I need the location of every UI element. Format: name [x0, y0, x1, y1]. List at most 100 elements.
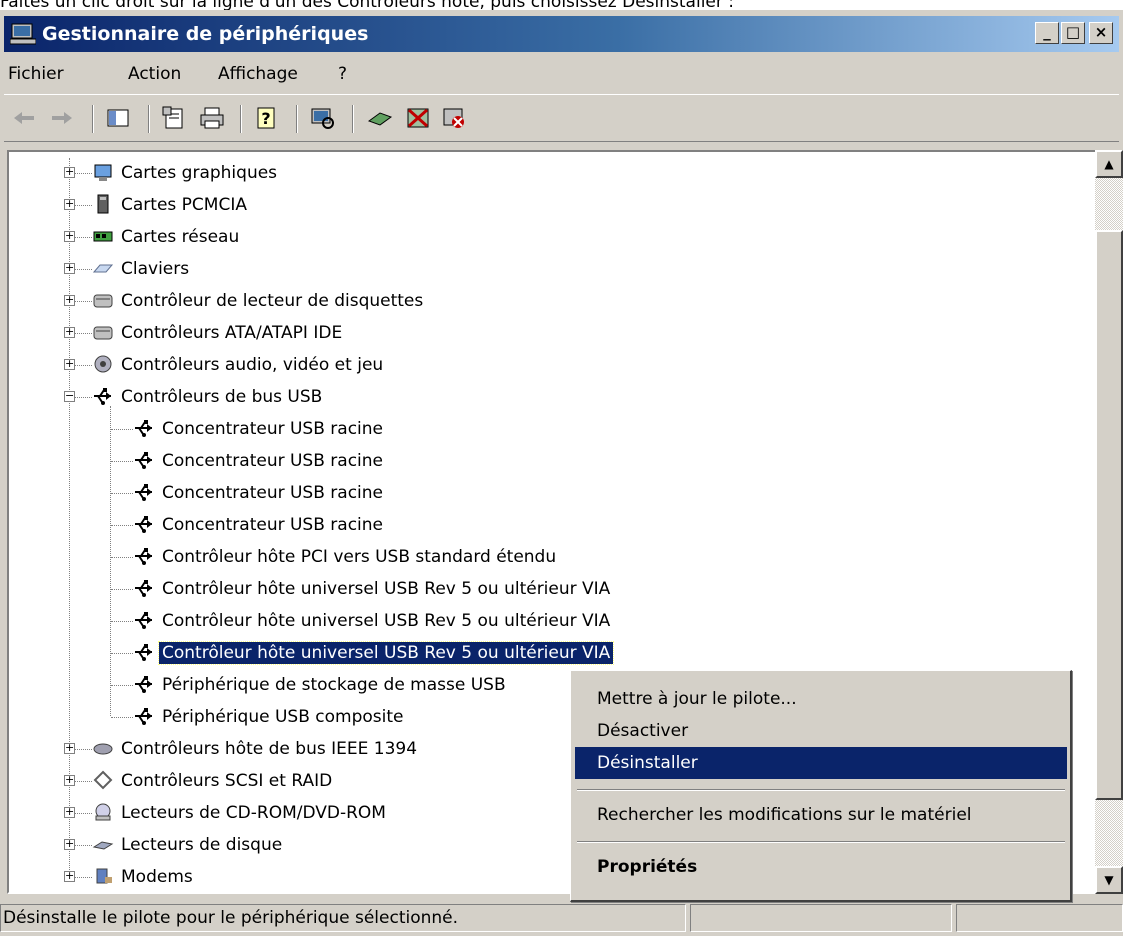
title-bar[interactable]: Gestionnaire de périphériques _ □ ×: [4, 16, 1119, 52]
tree-item[interactable]: + Contrôleur de lecteur de disquettes: [9, 286, 1089, 316]
expand-button[interactable]: +: [64, 358, 75, 370]
minimize-button[interactable]: _: [1035, 22, 1059, 44]
tree-item-label: Périphérique USB composite: [162, 707, 404, 727]
tree-item[interactable]: + Contrôleurs audio, vidéo et jeu: [9, 350, 1089, 380]
tree-item-label: Contrôleurs SCSI et RAID: [121, 771, 333, 791]
ctx-properties[interactable]: Propriétés: [575, 851, 1067, 883]
usb-icon: [133, 513, 155, 535]
expand-button[interactable]: +: [64, 262, 75, 274]
tree-item-label: Contrôleurs ATA/ATAPI IDE: [121, 323, 343, 343]
tree-item-label: Modems: [121, 867, 193, 887]
tree-item[interactable]: Contrôleur hôte universel USB Rev 5 ou u…: [9, 606, 1089, 636]
toolbar: ?: [4, 94, 1119, 142]
expand-button[interactable]: +: [64, 870, 75, 882]
help-icon[interactable]: ?: [252, 105, 280, 131]
modem-icon: [92, 865, 114, 887]
expand-button[interactable]: +: [64, 774, 75, 786]
vertical-scrollbar[interactable]: ▲ ▼: [1095, 150, 1123, 894]
disk-drive-icon: [92, 833, 114, 855]
tree-item-label: Contrôleur hôte PCI vers USB standard ét…: [162, 547, 557, 567]
tree-item-label: Contrôleurs de bus USB: [121, 387, 323, 407]
close-button[interactable]: ×: [1089, 22, 1113, 44]
tree-item-label: Contrôleur de lecteur de disquettes: [121, 291, 424, 311]
tree-item[interactable]: Concentrateur USB racine: [9, 510, 1089, 540]
tree-item[interactable]: Contrôleur hôte universel USB Rev 5 ou u…: [9, 638, 1089, 668]
update-driver-icon[interactable]: [366, 105, 394, 131]
uninstall-device-icon[interactable]: [440, 105, 468, 131]
cdrom-icon: [92, 801, 114, 823]
expand-button[interactable]: +: [64, 838, 75, 850]
tree-item-label: Cartes réseau: [121, 227, 240, 247]
tree-item[interactable]: Concentrateur USB racine: [9, 478, 1089, 508]
ctx-update-driver[interactable]: Mettre à jour le pilote...: [575, 683, 1067, 715]
usb-icon: [133, 417, 155, 439]
menu-action[interactable]: Action: [128, 64, 181, 84]
tree-item[interactable]: Contrôleur hôte PCI vers USB standard ét…: [9, 542, 1089, 572]
usb-icon: [133, 673, 155, 695]
tree-item[interactable]: + Claviers: [9, 254, 1089, 284]
menu-fichier[interactable]: Fichier: [8, 64, 64, 84]
usb-icon: [133, 641, 155, 663]
tree-item-label: Concentrateur USB racine: [162, 483, 383, 503]
tree-item[interactable]: Concentrateur USB racine: [9, 414, 1089, 444]
tree-item[interactable]: − Contrôleurs de bus USB: [9, 382, 1089, 412]
expand-button[interactable]: +: [64, 198, 75, 210]
status-pane-2: [690, 904, 952, 932]
tree-item[interactable]: + Cartes PCMCIA: [9, 190, 1089, 220]
tree-item-label: Lecteurs de CD-ROM/DVD-ROM: [121, 803, 386, 823]
show-hide-console-tree-icon[interactable]: [104, 105, 132, 131]
tree-item[interactable]: Concentrateur USB racine: [9, 446, 1089, 476]
tree-item-label: Contrôleurs audio, vidéo et jeu: [121, 355, 384, 375]
tree-item-label: Périphérique de stockage de masse USB: [162, 675, 506, 695]
ctx-disable[interactable]: Désactiver: [575, 715, 1067, 747]
menu-separator: [577, 789, 1065, 791]
tree-item[interactable]: + Cartes réseau: [9, 222, 1089, 252]
keyboard-icon: [92, 257, 114, 279]
collapse-button[interactable]: −: [64, 390, 75, 402]
device-manager-window: Gestionnaire de périphériques _ □ × Fich…: [0, 10, 1123, 936]
tree-item-label: Contrôleurs hôte de bus IEEE 1394: [121, 739, 418, 759]
back-arrow-icon[interactable]: [10, 105, 38, 131]
forward-arrow-icon[interactable]: [48, 105, 76, 131]
maximize-button[interactable]: □: [1061, 22, 1085, 44]
expand-button[interactable]: +: [64, 166, 75, 178]
scan-hardware-icon[interactable]: [308, 105, 336, 131]
tree-item-label: Claviers: [121, 259, 190, 279]
tree-item-label: Cartes graphiques: [121, 163, 278, 183]
tree-item-label: Cartes PCMCIA: [121, 195, 247, 215]
scsi-icon: [92, 769, 114, 791]
audio-icon: [92, 353, 114, 375]
menu-affichage[interactable]: Affichage: [218, 64, 298, 84]
tree-item[interactable]: Contrôleur hôte universel USB Rev 5 ou u…: [9, 574, 1089, 604]
menu-help[interactable]: ?: [338, 64, 347, 84]
expand-button[interactable]: +: [64, 230, 75, 242]
scroll-up-button[interactable]: ▲: [1095, 150, 1123, 178]
scroll-thumb[interactable]: [1095, 230, 1123, 800]
tree-item[interactable]: + Cartes graphiques: [9, 158, 1089, 188]
network-adapter-icon: [92, 225, 114, 247]
properties-icon[interactable]: [160, 105, 188, 131]
status-bar: Désinstalle le pilote pour le périphériq…: [0, 896, 1123, 936]
expand-button[interactable]: +: [64, 294, 75, 306]
scroll-down-button[interactable]: ▼: [1095, 866, 1123, 894]
ctx-uninstall[interactable]: Désinstaller: [575, 747, 1067, 779]
usb-icon: [92, 385, 114, 407]
usb-icon: [133, 705, 155, 727]
disable-device-icon[interactable]: [404, 105, 432, 131]
instruction-caption: Faites un clic droit sur la ligne d'un d…: [0, 0, 734, 10]
ctx-scan-hardware[interactable]: Rechercher les modifications sur le maté…: [575, 799, 1067, 831]
expand-button[interactable]: +: [64, 742, 75, 754]
status-text: Désinstalle le pilote pour le périphériq…: [0, 904, 686, 932]
tree-item[interactable]: + Contrôleurs ATA/ATAPI IDE: [9, 318, 1089, 348]
tree-item-label: Contrôleur hôte universel USB Rev 5 ou u…: [162, 579, 611, 599]
expand-button[interactable]: +: [64, 806, 75, 818]
ieee1394-icon: [92, 737, 114, 759]
tree-item-label: Contrôleur hôte universel USB Rev 5 ou u…: [157, 641, 615, 665]
status-pane-3: [956, 904, 1123, 932]
tree-item-label: Contrôleur hôte universel USB Rev 5 ou u…: [162, 611, 611, 631]
window-title: Gestionnaire de périphériques: [42, 23, 369, 45]
computer-icon: [9, 22, 37, 46]
expand-button[interactable]: +: [64, 326, 75, 338]
tree-item-label: Concentrateur USB racine: [162, 419, 383, 439]
print-icon[interactable]: [198, 105, 226, 131]
